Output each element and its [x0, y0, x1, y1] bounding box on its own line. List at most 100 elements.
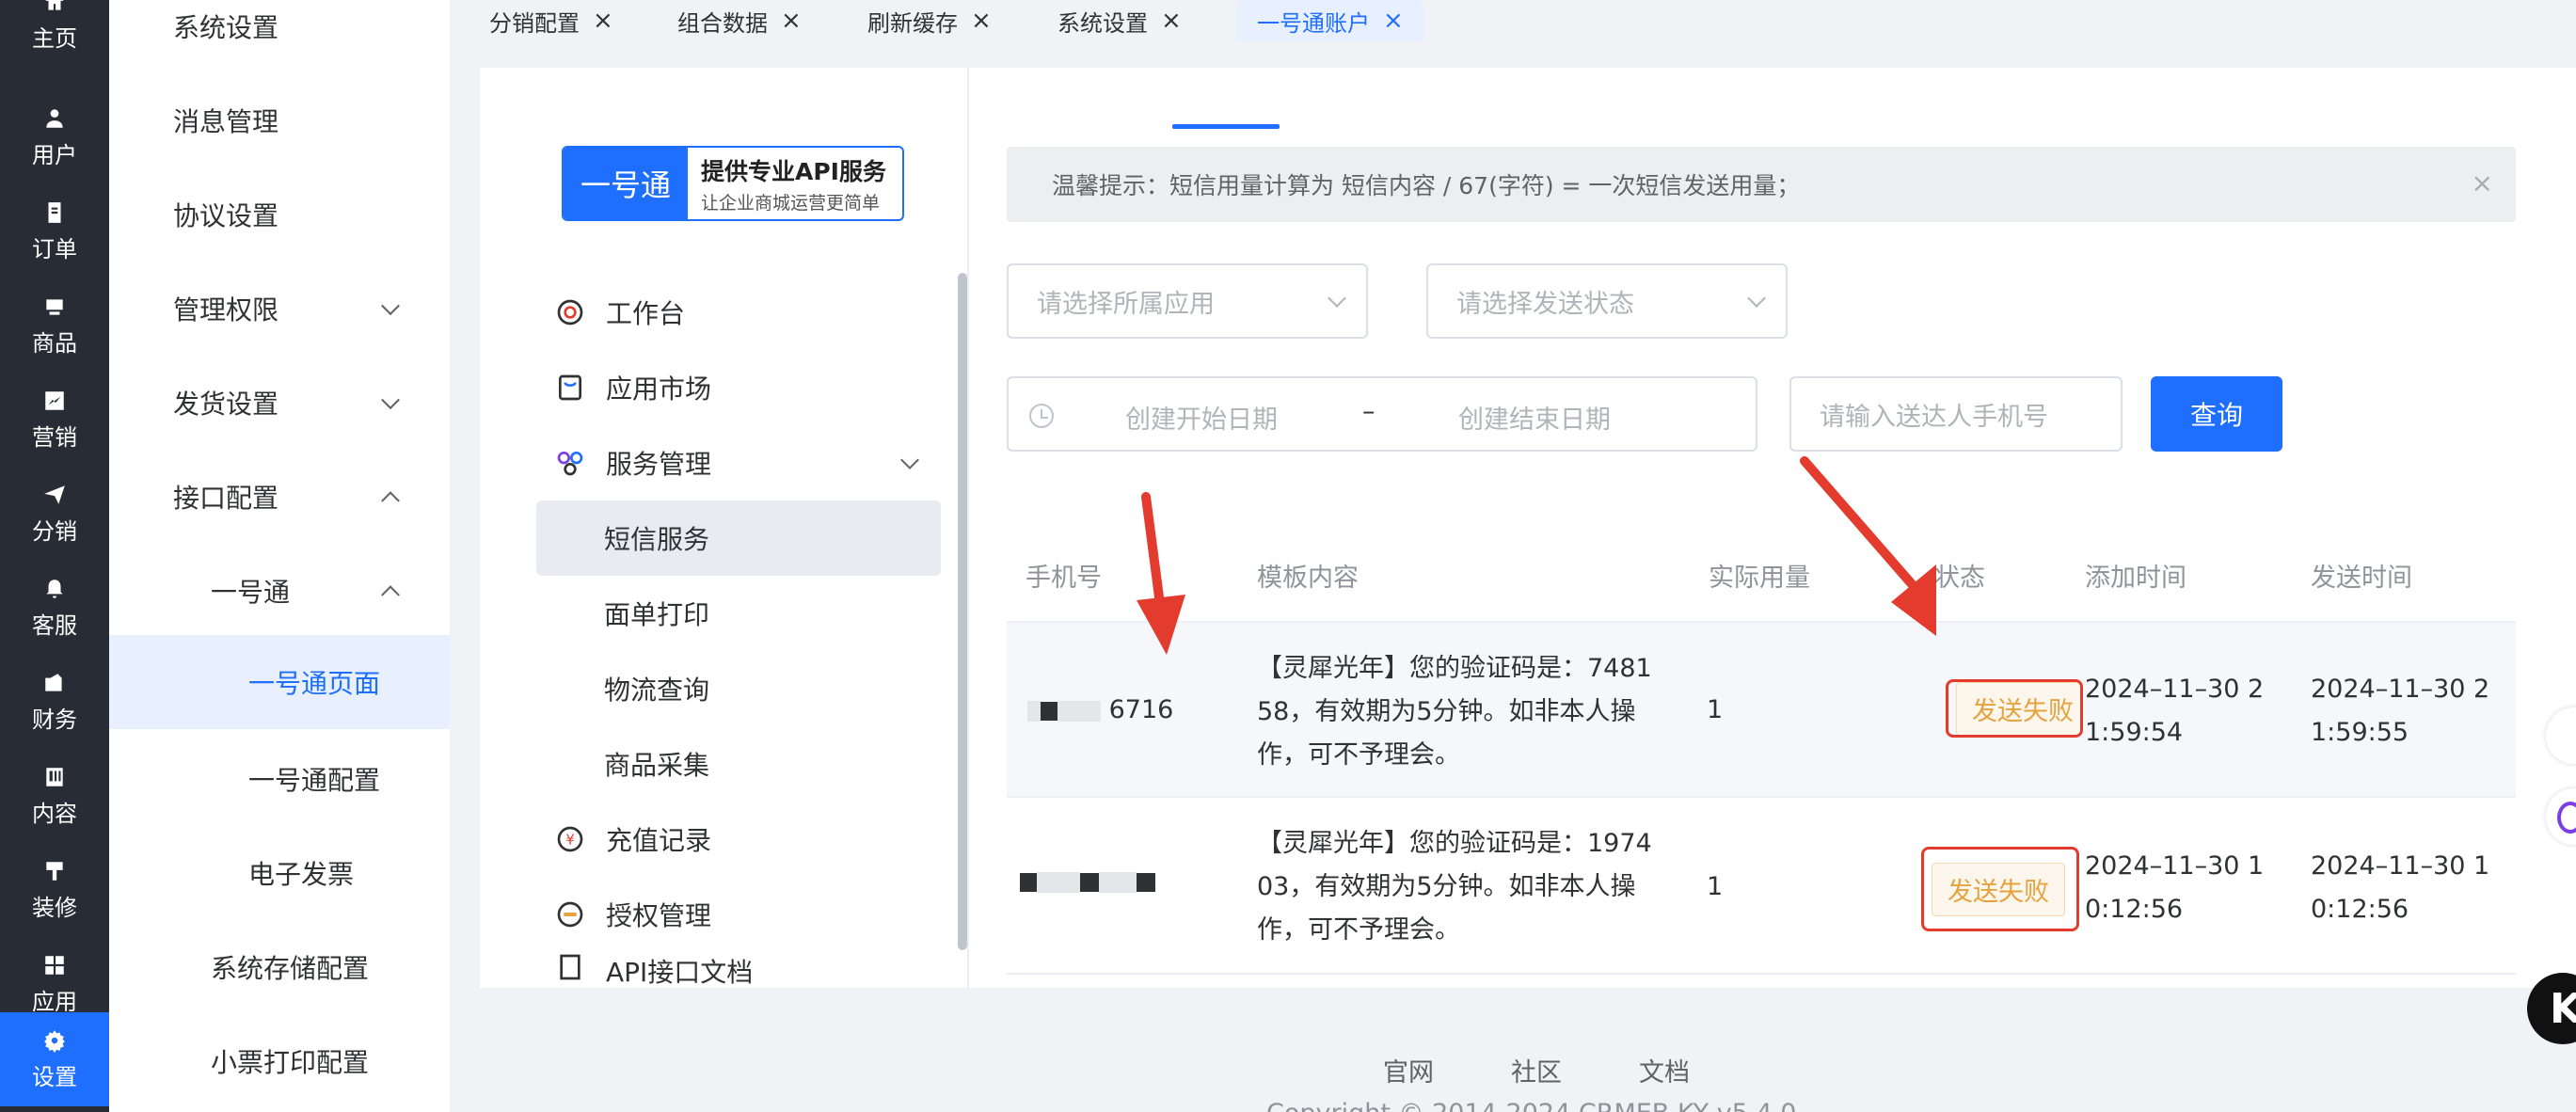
submenu-label: 发货设置: [173, 389, 279, 420]
rail-item-home[interactable]: 主页: [0, 0, 109, 68]
rail-label: 内容: [32, 800, 77, 827]
tab-distribution-config[interactable]: 分销配置 ×: [469, 0, 634, 41]
rail-label: 分销: [32, 517, 77, 545]
close-icon[interactable]: ×: [1383, 7, 1404, 35]
template-line: 作，可不予理会。: [1257, 915, 1460, 945]
tab-yht-account[interactable]: 一号通账户 ×: [1236, 0, 1424, 41]
submenu-message[interactable]: 消息管理: [109, 78, 450, 163]
yen-coin-icon: ¥: [555, 824, 585, 854]
inner-menu-sms[interactable]: 短信服务: [604, 500, 709, 576]
inner-menu-label: 充值记录: [606, 825, 712, 856]
footer-link-website[interactable]: 官网: [1383, 1052, 1434, 1088]
submenu-shipping[interactable]: 发货设置: [109, 360, 450, 445]
th-phone: 手机号: [1026, 564, 1102, 593]
submenu-api-config[interactable]: 接口配置: [109, 454, 450, 539]
table-row: [1007, 621, 2516, 798]
inner-menu-api-doc[interactable]: API接口文档: [555, 952, 753, 988]
brush-icon: [46, 861, 63, 881]
submenu-yht-config[interactable]: 一号通配置: [109, 737, 450, 821]
cluster-icon: [555, 448, 585, 478]
tab-label: 刷新缓存: [867, 9, 958, 37]
status-select[interactable]: 请选择发送状态: [1426, 263, 1788, 339]
rail-item-service[interactable]: 客服: [0, 561, 109, 655]
rail-item-settings[interactable]: 设置: [0, 1012, 109, 1106]
rail-item-finance[interactable]: 财务: [0, 655, 109, 749]
submenu-yht-page[interactable]: 一号通页面: [109, 635, 450, 729]
added-time-cell: 2024–11–30 2 1:59:54: [2085, 668, 2264, 755]
inner-menu-app-market[interactable]: 应用市场: [555, 350, 711, 425]
brand-name: 一号通: [564, 148, 688, 219]
tab-label: 组合数据: [677, 9, 768, 37]
rail-item-marketing[interactable]: 营销: [0, 373, 109, 467]
rail-item-user[interactable]: 用户: [0, 90, 109, 184]
inner-menu-label: 授权管理: [606, 900, 712, 931]
bell-icon: [46, 579, 63, 598]
inner-menu-label: 工作台: [606, 298, 686, 329]
close-icon[interactable]: ×: [2472, 167, 2493, 199]
footer-link-docs[interactable]: 文档: [1639, 1052, 1690, 1088]
rail-label: 商品: [32, 329, 77, 357]
query-button[interactable]: 查询: [2151, 376, 2282, 452]
usage-cell: 1: [1707, 872, 1724, 901]
annotation-arrow-icon: [1137, 492, 1185, 655]
submenu-permissions[interactable]: 管理权限: [109, 266, 450, 351]
chevron-down-icon: [1328, 289, 1346, 308]
chevron-down-icon: [381, 390, 400, 410]
submenu-yht[interactable]: 一号通: [109, 548, 450, 633]
inner-menu-recharge[interactable]: ¥ 充值记录: [555, 802, 711, 877]
rail-item-content[interactable]: 内容: [0, 749, 109, 843]
inner-menu-waybill[interactable]: 面单打印: [604, 576, 709, 651]
submenu-label: 系统存储配置: [211, 953, 370, 984]
inner-menu-workbench[interactable]: 工作台: [555, 275, 685, 350]
time-line: 0:12:56: [2311, 895, 2409, 924]
date-range-picker[interactable]: 创建开始日期 – 创建结束日期: [1007, 376, 1757, 452]
rail-label: 营销: [32, 423, 77, 451]
gear-icon: [44, 1029, 65, 1053]
th-added: 添加时间: [2085, 564, 2186, 593]
redacted-block: [1099, 871, 1137, 893]
end-date-input[interactable]: 创建结束日期: [1458, 399, 1611, 436]
submenu-receipt[interactable]: 小票打印配置: [109, 1019, 450, 1104]
shop-bag-icon: [555, 373, 585, 403]
inner-menu-label: 短信服务: [604, 524, 710, 555]
submenu-einvoice[interactable]: 电子发票: [109, 831, 450, 915]
status-text: 发送失败: [1956, 682, 2080, 735]
rail-label: 用户: [32, 141, 77, 168]
submenu-protocol[interactable]: 协议设置: [109, 172, 450, 257]
footer-link-community[interactable]: 社区: [1511, 1052, 1562, 1088]
rail-item-decoration[interactable]: 装修: [0, 843, 109, 937]
distribution-icon: [44, 485, 65, 504]
close-icon[interactable]: ×: [781, 7, 802, 35]
inner-menu-label: 应用市场: [606, 373, 712, 405]
phone-search-input[interactable]: 请输入送达人手机号: [1789, 376, 2123, 452]
usage-cell: 1: [1707, 695, 1724, 724]
inner-menu-service-mgmt[interactable]: 服务管理: [555, 425, 711, 500]
rail-item-product[interactable]: 商品: [0, 278, 109, 373]
status-text: 发送失败: [1932, 862, 2065, 916]
submenu-label: 协议设置: [173, 200, 279, 231]
app-select[interactable]: 请选择所属应用: [1007, 263, 1368, 339]
inner-menu-auth[interactable]: 授权管理: [555, 877, 711, 952]
submenu-storage[interactable]: 系统存储配置: [109, 925, 450, 1009]
inner-menu-collect[interactable]: 商品采集: [604, 726, 709, 802]
close-icon[interactable]: ×: [593, 7, 613, 35]
tab-system-settings[interactable]: 系统设置 ×: [1037, 0, 1202, 41]
rail-item-distribution[interactable]: 分销: [0, 467, 109, 561]
time-line: 2024–11–30 2: [2085, 675, 2265, 704]
icon-rail: 主页 用户 订单 商品 营销 分销 客服 财务 内容 装修 应用 设置: [0, 0, 109, 1112]
template-line: 【灵犀光年】您的验证码是：1974: [1257, 829, 1652, 858]
start-date-input[interactable]: 创建开始日期: [1125, 399, 1278, 436]
submenu-system-settings[interactable]: 系统设置: [109, 0, 450, 69]
inner-menu-scrollbar[interactable]: [958, 273, 967, 950]
rail-item-order[interactable]: 订单: [0, 184, 109, 278]
tab-combo-data[interactable]: 组合数据 ×: [657, 0, 822, 41]
redacted-block: [1027, 700, 1041, 722]
brand-title: 提供专业API服务: [701, 157, 886, 185]
inner-menu-logistics[interactable]: 物流查询: [604, 651, 709, 726]
close-icon[interactable]: ×: [1161, 7, 1182, 35]
tab-refresh-cache[interactable]: 刷新缓存 ×: [847, 0, 1012, 41]
rail-label: 客服: [32, 612, 77, 639]
apps-icon: [45, 955, 64, 975]
close-icon[interactable]: ×: [971, 7, 992, 35]
clock-icon: [1029, 404, 1054, 428]
